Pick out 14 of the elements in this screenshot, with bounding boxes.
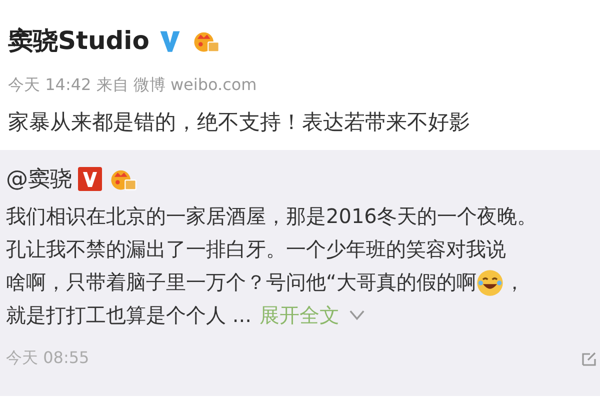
repost-text: 啥啊，只带着脑子里一万个？号问他“大哥真的假的啊 [6, 269, 476, 296]
author-name[interactable]: 窦骁Studio [8, 24, 150, 57]
post-text: 家暴从来都是错的，绝不支持！表达若带来不好影 [8, 109, 471, 136]
repost-text: 我们相识在北京的一家居酒屋，那是2016冬天的一个夜晚。 [6, 203, 537, 230]
repost-text: 孔让我不禁的漏出了一排白牙。一个少年班的笑容对我说 [6, 236, 506, 263]
chevron-down-icon [349, 310, 366, 321]
verified-icon [78, 167, 102, 191]
repost-text: ， [504, 269, 524, 296]
repost-text: 就是打打工也算是个个人 ... [6, 302, 252, 329]
laughing-emoji-icon [476, 268, 504, 296]
share-icon[interactable] [582, 352, 596, 366]
post-meta: 今天 14:42 来自 微博 weibo.com [8, 75, 258, 96]
repost-author[interactable]: @窦骁 [6, 164, 72, 194]
repost-time: 今天 08:55 [6, 348, 90, 369]
